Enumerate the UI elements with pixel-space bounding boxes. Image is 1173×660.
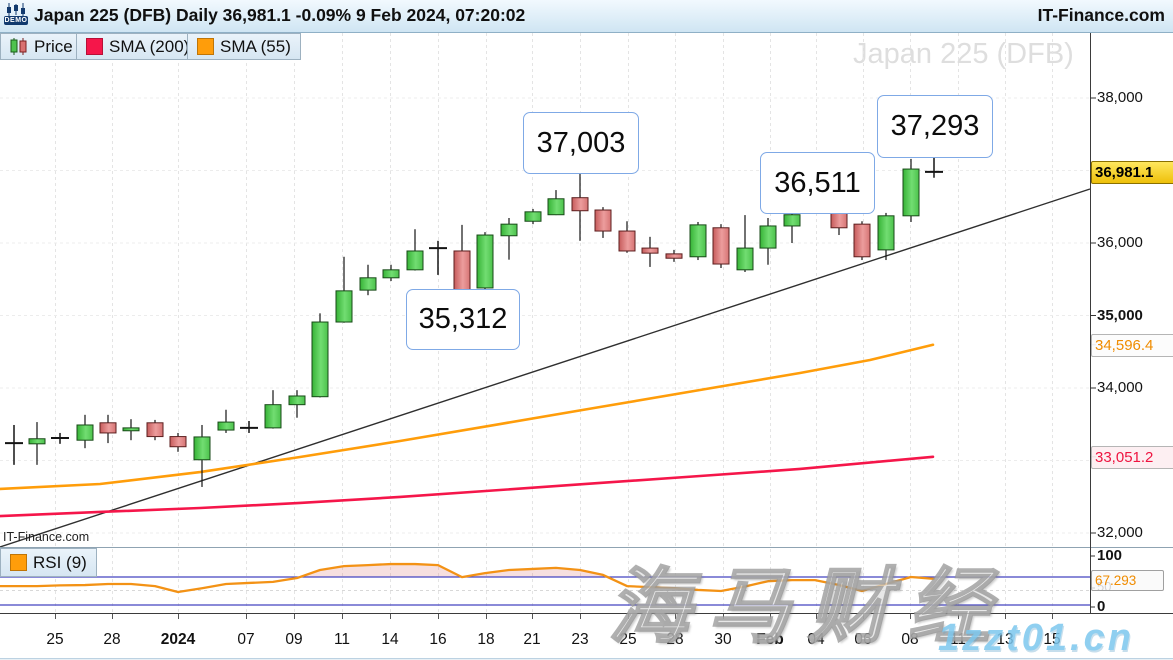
brand-link[interactable]: IT-Finance.com	[1038, 5, 1165, 26]
time-axis[interactable]: 25 28 2024 07 09 11 14 16 18 21 23 25 28 30 Feb 04 06 08 1…	[0, 614, 1173, 660]
price-axis-label: 35,000	[1097, 307, 1143, 324]
time-axis-label: 28	[666, 631, 683, 649]
legend-chip-price[interactable]: Price	[0, 33, 83, 60]
time-axis-label: 07	[237, 631, 254, 649]
time-axis-label: 25	[619, 631, 636, 649]
chart-window: Japan 225 (DFB) DEMO Japan 225 (DFB) Dai…	[0, 0, 1173, 660]
legend-sma200-label: SMA (200)	[109, 37, 189, 57]
price-callout[interactable]: 37,003	[523, 112, 639, 174]
time-axis-label: 2024	[161, 631, 195, 649]
legend-chip-rsi[interactable]: RSI (9)	[0, 548, 97, 577]
price-callout[interactable]: 37,293	[877, 95, 993, 158]
rsi-axis-label: 100	[1097, 547, 1122, 564]
price-callout[interactable]: 35,312	[406, 289, 520, 350]
legend-chip-sma200[interactable]: SMA (200)	[76, 33, 199, 60]
rsi-axis-label: 0	[1097, 598, 1105, 615]
sma200-swatch-icon	[86, 38, 103, 55]
time-axis-label: 21	[523, 631, 540, 649]
time-axis-label: 23	[571, 631, 588, 649]
time-axis-label: 04	[807, 631, 824, 649]
time-axis-label: 28	[103, 631, 120, 649]
page-title: Japan 225 (DFB) Daily 36,981.1 -0.09% 9 …	[34, 5, 525, 26]
legend-price-label: Price	[34, 37, 73, 57]
site-watermark: IT-Finance.com	[3, 530, 89, 544]
time-axis-label: 11	[334, 631, 350, 649]
app-logo-icon: DEMO	[4, 3, 30, 29]
sma200-value-badge: 33,051.2	[1091, 446, 1173, 469]
price-axis-label: 38,000	[1097, 89, 1143, 106]
price-axis[interactable]: 38,000 36,981.1 36,000 35,000 34,596.4 34,000…	[1090, 32, 1173, 614]
legend-rsi-label: RSI (9)	[33, 553, 87, 573]
price-axis-label: 34,000	[1097, 379, 1143, 396]
time-axis-label: 30	[714, 631, 731, 649]
chart-plot[interactable]	[0, 0, 1173, 660]
candlestick-logo-icon	[6, 3, 26, 16]
price-callout[interactable]: 36,511	[760, 152, 875, 214]
current-price-badge: 36,981.1	[1091, 161, 1173, 184]
rsi-value-badge: 67.293	[1091, 570, 1164, 591]
time-axis-label: 11	[950, 631, 966, 649]
time-axis-label: Feb	[756, 631, 784, 649]
legend-chip-sma55[interactable]: SMA (55)	[187, 33, 301, 60]
price-axis-label: 32,000	[1097, 524, 1143, 541]
sma55-value-badge: 34,596.4	[1091, 334, 1173, 357]
legend-sma55-label: SMA (55)	[220, 37, 291, 57]
time-axis-label: 18	[477, 631, 494, 649]
title-bar: DEMO Japan 225 (DFB) Daily 36,981.1 -0.0…	[0, 0, 1173, 33]
time-axis-label: 13	[996, 631, 1013, 649]
demo-badge: DEMO	[4, 16, 28, 25]
time-axis-label: 06	[854, 631, 871, 649]
time-axis-label: 09	[285, 631, 302, 649]
rsi-swatch-icon	[10, 554, 27, 571]
time-axis-label: 25	[46, 631, 63, 649]
sma55-swatch-icon	[197, 38, 214, 55]
time-axis-label: 16	[429, 631, 446, 649]
price-candles-icon	[10, 38, 28, 55]
price-axis-label: 36,000	[1097, 234, 1143, 251]
time-axis-label: 14	[381, 631, 398, 649]
time-axis-label: 15	[1043, 631, 1060, 649]
time-axis-label: 08	[901, 631, 918, 649]
